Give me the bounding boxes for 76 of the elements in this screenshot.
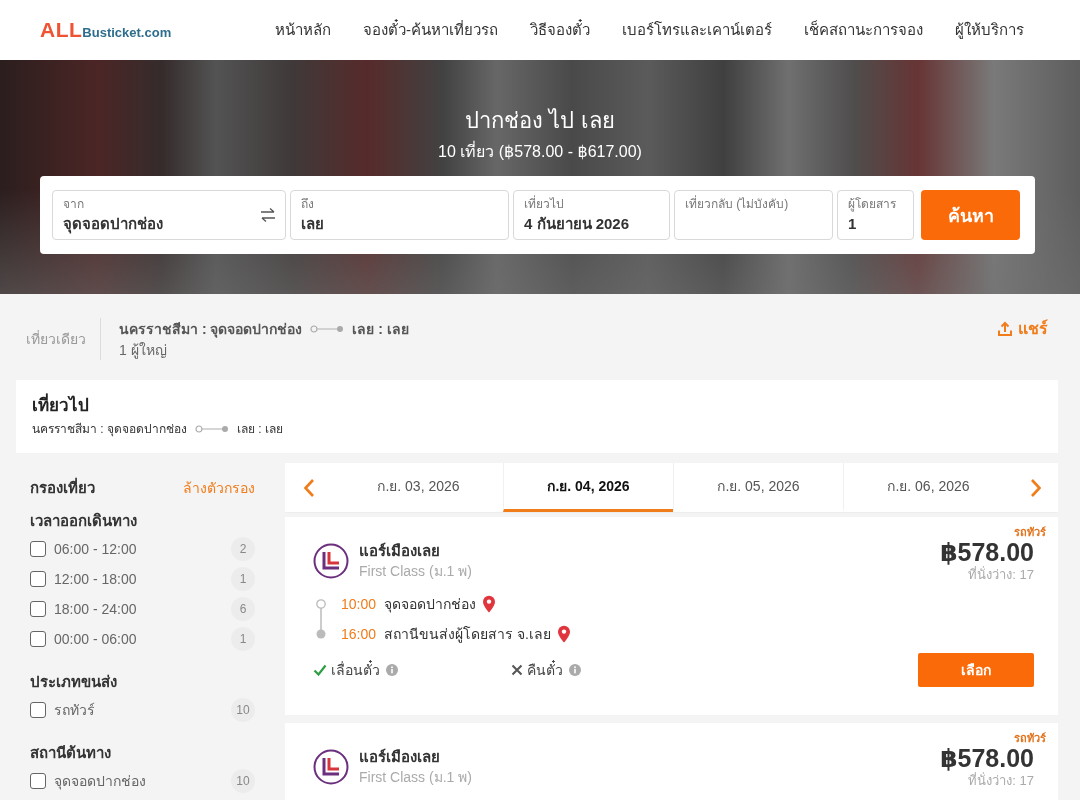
origin-text: นครราชสีมา : จุดจอดปากช่อง <box>32 421 187 439</box>
transport-type-label: รถทัวร์ <box>1014 731 1046 745</box>
filter-title: กรองเที่ยว <box>30 476 95 498</box>
route-title: ปากช่อง ไป เลย <box>465 107 615 135</box>
option-label: 06:00 - 12:00 <box>54 541 138 557</box>
filter-group-title: เวลาออกเดินทาง <box>30 511 138 531</box>
option-label: 12:00 - 18:00 <box>54 571 138 587</box>
policy-label: เลื่อนตั๋ว <box>331 659 380 680</box>
filter-group-title: ประเภทขนส่ง <box>30 672 118 692</box>
map-pin-icon[interactable] <box>556 625 571 643</box>
option-label: 18:00 - 24:00 <box>54 601 138 617</box>
outbound-title: เที่ยวไป <box>32 393 1042 419</box>
checkbox[interactable] <box>30 601 46 617</box>
count-badge: 1 <box>231 627 255 651</box>
trip-type-label: เที่ยวเดียว <box>26 329 86 349</box>
origin-text: นครราชสีมา : จุดจอดปากช่อง <box>119 320 303 340</box>
destination-text: เลย : เลย <box>237 421 284 438</box>
count-badge: 6 <box>231 597 255 621</box>
checkbox[interactable] <box>30 631 46 647</box>
hollow-dot-icon <box>316 599 326 609</box>
date-tab[interactable]: ก.ย. 05, 2026 <box>673 463 843 512</box>
checkbox[interactable] <box>30 773 46 789</box>
circle-logo-icon <box>313 543 349 579</box>
stop-time: 16:00 <box>341 626 377 642</box>
price: ฿578.00 <box>940 538 1034 566</box>
policy-label: คืนตั๋ว <box>527 659 563 680</box>
timeline-connector <box>320 608 322 630</box>
destination-field[interactable]: ถึง เลย <box>290 190 509 240</box>
seat-class: First Class (ม.1 พ) <box>359 768 472 787</box>
trip-count-price-range: 10 เที่ยว (฿578.00 - ฿617.00) <box>438 140 642 162</box>
swap-icon[interactable] <box>259 207 277 223</box>
operator-name: แอร์เมืองเลย <box>359 747 441 767</box>
share-icon <box>997 321 1013 337</box>
date-tab[interactable]: ก.ย. 04, 2026 <box>503 463 673 512</box>
site-logo[interactable]: ALLBusticket.com <box>40 18 172 42</box>
checkbox[interactable] <box>30 702 46 718</box>
transport-type-label: รถทัวร์ <box>1014 525 1046 539</box>
option-label: 00:00 - 06:00 <box>54 631 138 647</box>
departure-date-field[interactable]: เที่ยวไป 4 กันยายน 2026 <box>513 190 670 240</box>
circle-logo-icon <box>313 749 349 785</box>
date-tab[interactable]: ก.ย. 03, 2026 <box>333 463 503 512</box>
return-date-field[interactable]: เที่ยวกลับ (ไม่บังคับ) <box>674 190 833 240</box>
seats-available: ที่นั่งว่าง: 17 <box>968 566 1034 584</box>
option-label: รถทัวร์ <box>54 701 96 720</box>
chevron-left-icon[interactable] <box>303 477 315 498</box>
count-badge: 10 <box>231 769 255 793</box>
destination-text: เลย : เลย <box>352 320 409 339</box>
stop-place: สถานีขนส่งผู้โดยสาร จ.เลย <box>384 625 551 645</box>
nav-link[interactable]: เบอร์โทรและเคาน์เตอร์ <box>622 18 772 42</box>
nav-link[interactable]: จองตั๋ว-ค้นหาเที่ยวรถ <box>363 18 498 42</box>
seats-available: ที่นั่งว่าง: 17 <box>968 772 1034 790</box>
nav-link[interactable]: หน้าหลัก <box>275 18 331 42</box>
stop-time: 10:00 <box>341 596 377 612</box>
nav-link[interactable]: เช็คสถานะการจอง <box>804 18 923 42</box>
nav-link[interactable]: วิธีจองตั๋ว <box>530 18 590 42</box>
price: ฿578.00 <box>940 744 1034 772</box>
count-badge: 10 <box>231 698 255 722</box>
passenger-count: 1 ผู้ใหญ่ <box>119 341 168 360</box>
operator-name: แอร์เมืองเลย <box>359 541 441 561</box>
seat-class: First Class (ม.1 พ) <box>359 562 472 581</box>
passengers-field[interactable]: ผู้โดยสาร 1 <box>837 190 914 240</box>
map-pin-icon[interactable] <box>482 595 497 613</box>
stop-place: จุดจอดปากช่อง <box>384 595 477 615</box>
route-line-icon <box>310 325 345 333</box>
route-line-icon <box>195 425 229 433</box>
count-badge: 1 <box>231 567 255 591</box>
checkbox[interactable] <box>30 541 46 557</box>
count-badge: 2 <box>231 537 255 561</box>
filled-dot-icon <box>316 629 326 639</box>
option-label: จุดจอดปากช่อง <box>54 772 147 792</box>
nav-link[interactable]: ผู้ให้บริการ <box>955 18 1024 42</box>
origin-field[interactable]: จาก จุดจอดปากช่อง <box>52 190 286 240</box>
date-tab[interactable]: ก.ย. 06, 2026 <box>843 463 1013 512</box>
checkbox[interactable] <box>30 571 46 587</box>
chevron-right-icon[interactable] <box>1029 477 1042 498</box>
filter-group-title: สถานีต้นทาง <box>30 743 112 763</box>
